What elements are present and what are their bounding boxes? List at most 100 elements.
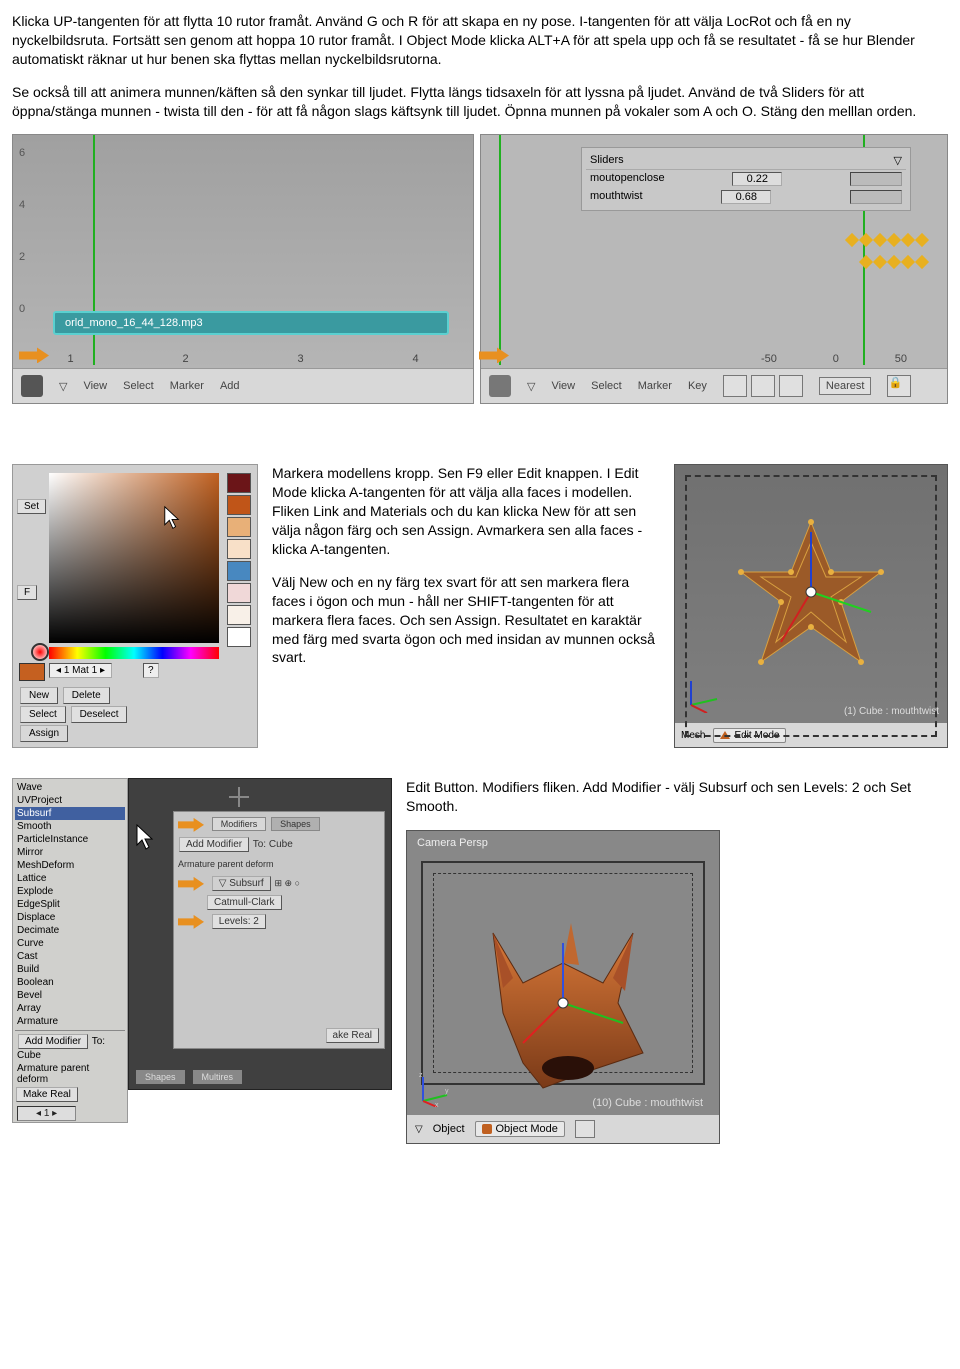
shapes-tab[interactable]: Shapes bbox=[136, 1070, 185, 1084]
list-item[interactable]: Smooth bbox=[15, 820, 125, 833]
hue-slider[interactable] bbox=[49, 647, 219, 659]
edit-mode-viewport[interactable]: (1) Cube : mouthtwist Mesh Edit Mode bbox=[674, 464, 948, 748]
multires-tab[interactable]: Multires bbox=[193, 1070, 243, 1084]
viewport-header: Mesh Edit Mode bbox=[675, 723, 947, 747]
help-button[interactable]: ? bbox=[143, 663, 159, 678]
make-real-button[interactable]: Make Real bbox=[16, 1087, 78, 1102]
modifier-menu-list[interactable]: Wave UVProject Subsurf Smooth ParticleIn… bbox=[12, 778, 128, 1123]
list-item[interactable]: Array bbox=[15, 1002, 125, 1015]
catmull-clark-dropdown[interactable]: Catmull-Clark bbox=[207, 895, 282, 910]
list-item-selected[interactable]: Subsurf bbox=[15, 807, 125, 820]
list-item[interactable]: Displace bbox=[15, 911, 125, 924]
list-item[interactable]: UVProject bbox=[15, 794, 125, 807]
list-item[interactable]: Wave bbox=[15, 781, 125, 794]
shading-icon[interactable] bbox=[575, 1120, 595, 1138]
armature-deform-label: Armature parent deform bbox=[15, 1062, 125, 1086]
sequencer-panel: 6 4 2 0 orld_mono_16_44_128.mp3 1 2 3 4 … bbox=[12, 134, 474, 404]
materials-section: Set F ◂ 1 Mat 1 ▸ ? New Delete Select De… bbox=[12, 464, 948, 748]
material-buttons: New Delete Select Deselect Assign bbox=[19, 686, 251, 743]
object-label: (10) Cube : mouthtwist bbox=[592, 1097, 703, 1109]
list-item[interactable]: ParticleInstance bbox=[15, 833, 125, 846]
assign-button[interactable]: Assign bbox=[20, 725, 68, 742]
y-axis-ticks: 6 4 2 0 bbox=[19, 147, 25, 355]
list-item[interactable]: MeshDeform bbox=[15, 859, 125, 872]
axis-gizmo-icon bbox=[683, 673, 723, 713]
hue-ring-icon[interactable] bbox=[31, 643, 49, 661]
wireframe-model bbox=[731, 512, 891, 672]
menu-marker[interactable]: Marker bbox=[170, 380, 204, 392]
audio-strip[interactable]: orld_mono_16_44_128.mp3 bbox=[53, 311, 449, 335]
list-item[interactable]: Build bbox=[15, 963, 125, 976]
menu-marker[interactable]: Marker bbox=[638, 380, 672, 392]
list-item[interactable]: Armature bbox=[15, 1015, 125, 1028]
menu-select[interactable]: Select bbox=[123, 380, 154, 392]
modifiers-tab[interactable]: Modifiers bbox=[212, 817, 267, 831]
menu-view[interactable]: View bbox=[551, 380, 575, 392]
color-swatches[interactable] bbox=[227, 473, 251, 649]
cursor-icon bbox=[135, 823, 155, 856]
levels-field[interactable]: Levels: 2 bbox=[212, 914, 266, 929]
make-real-button[interactable]: ake Real bbox=[326, 1028, 379, 1043]
modifier-stack: Modifiers Shapes Add Modifier To: Cube A… bbox=[173, 811, 385, 1049]
lock-icon[interactable]: 🔒 bbox=[887, 375, 911, 397]
list-item[interactable]: Bevel bbox=[15, 989, 125, 1002]
keyframe-diamonds[interactable] bbox=[861, 257, 927, 267]
f-button[interactable]: F bbox=[17, 585, 37, 600]
collapse-icon[interactable]: ▽ bbox=[894, 154, 902, 167]
modifier-footer-tabs: Shapes Multires bbox=[135, 1069, 385, 1085]
list-item[interactable]: EdgeSplit bbox=[15, 898, 125, 911]
menu-add[interactable]: Add bbox=[220, 380, 240, 392]
list-item[interactable]: Cast bbox=[15, 950, 125, 963]
list-item[interactable]: Lattice bbox=[15, 872, 125, 885]
modifier-stack-panel: Modifiers Shapes Add Modifier To: Cube A… bbox=[128, 778, 392, 1090]
svg-text:y: y bbox=[445, 1088, 449, 1095]
paragraph-4: Välj New och en ny färg tex svart för at… bbox=[272, 573, 660, 667]
slider-track[interactable] bbox=[850, 172, 902, 186]
key-down-icon[interactable] bbox=[751, 375, 775, 397]
list-item[interactable]: Boolean bbox=[15, 976, 125, 989]
menu-select[interactable]: Select bbox=[591, 380, 622, 392]
active-color-swatch[interactable] bbox=[19, 663, 45, 681]
mode-dropdown[interactable]: Edit Mode bbox=[713, 728, 786, 743]
slider-mouthtwist-value[interactable]: 0.68 bbox=[721, 190, 771, 204]
add-modifier-button[interactable]: Add Modifier bbox=[179, 837, 249, 852]
new-button[interactable]: New bbox=[20, 687, 58, 704]
fox-model bbox=[453, 913, 673, 1093]
annotation-arrow-icon bbox=[178, 915, 204, 929]
menu-object[interactable]: Object bbox=[433, 1123, 465, 1135]
slider-track[interactable] bbox=[850, 190, 902, 204]
snap-mode-dropdown[interactable]: Nearest bbox=[819, 377, 872, 395]
deselect-button[interactable]: Deselect bbox=[71, 706, 128, 723]
shapes-tab[interactable]: Shapes bbox=[271, 817, 320, 831]
list-item[interactable]: Mirror bbox=[15, 846, 125, 859]
list-item[interactable]: Decimate bbox=[15, 924, 125, 937]
add-modifier-button[interactable]: Add Modifier bbox=[18, 1034, 88, 1049]
slider-mouthtwist-label: mouthtwist bbox=[590, 190, 643, 204]
menu-view[interactable]: View bbox=[83, 380, 107, 392]
svg-text:x: x bbox=[435, 1102, 439, 1107]
list-item[interactable]: Curve bbox=[15, 937, 125, 950]
material-name-field[interactable]: ◂ 1 Mat 1 ▸ bbox=[49, 663, 112, 678]
updown-icon[interactable] bbox=[723, 375, 747, 397]
key-up-icon[interactable] bbox=[779, 375, 803, 397]
slider-moutopenclose-label: moutopenclose bbox=[590, 172, 665, 186]
sequencer-icon[interactable] bbox=[21, 375, 43, 397]
armature-deform-label: Armature parent deform bbox=[178, 859, 380, 869]
subsurf-modifier[interactable]: ▽ Subsurf bbox=[212, 876, 271, 891]
modifiers-section: Wave UVProject Subsurf Smooth ParticleIn… bbox=[12, 778, 948, 1144]
slider-moutopenclose-value[interactable]: 0.22 bbox=[732, 172, 782, 186]
materials-text: Markera modellens kropp. Sen F9 eller Ed… bbox=[272, 464, 660, 748]
delete-button[interactable]: Delete bbox=[63, 687, 110, 704]
axis-gizmo-icon: z y x bbox=[417, 1071, 453, 1107]
keyframe-diamonds[interactable] bbox=[847, 235, 927, 245]
set-button[interactable]: Set bbox=[17, 499, 46, 514]
mode-dropdown[interactable]: Object Mode bbox=[475, 1121, 565, 1137]
camera-viewport[interactable]: Camera Persp bbox=[406, 830, 720, 1144]
color-gradient[interactable] bbox=[49, 473, 219, 643]
number-field[interactable]: ◂ 1 ▸ bbox=[17, 1106, 76, 1121]
menu-key[interactable]: Key bbox=[688, 380, 707, 392]
list-item[interactable]: Explode bbox=[15, 885, 125, 898]
select-button[interactable]: Select bbox=[20, 706, 66, 723]
dopesheet-icon[interactable] bbox=[489, 375, 511, 397]
menu-mesh[interactable]: Mesh bbox=[681, 730, 705, 741]
